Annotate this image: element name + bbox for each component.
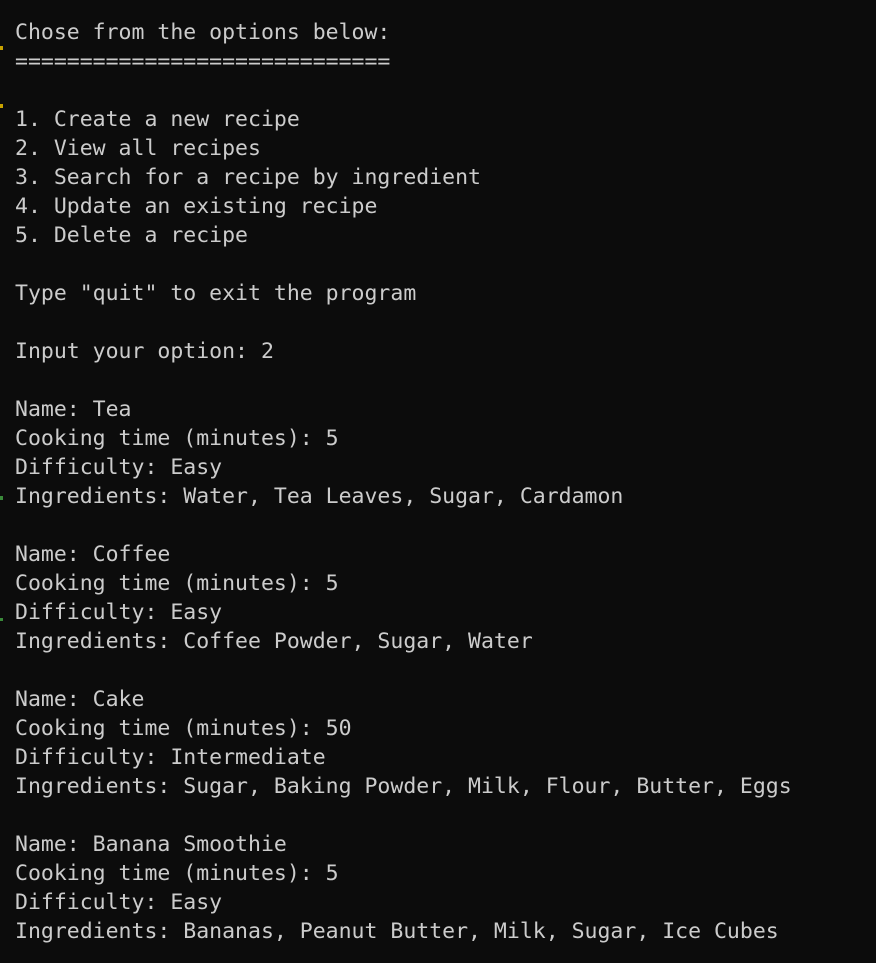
menu-option-delete: 5. Delete a recipe: [15, 223, 248, 248]
recipe-block-coffee: Name: Coffee Cooking time (minutes): 5 D…: [15, 540, 876, 656]
recipe-name: Name: Tea: [15, 397, 132, 422]
menu-heading: Chose from the options below:: [15, 20, 391, 45]
prompt-label: Input your option:: [15, 339, 261, 364]
menu-option-search: 3. Search for a recipe by ingredient: [15, 165, 481, 190]
prompt-value[interactable]: 2: [261, 337, 274, 366]
edge-mark-yellow: [0, 46, 3, 50]
recipe-block-banana-smoothie: Name: Banana Smoothie Cooking time (minu…: [15, 830, 876, 946]
terminal-window[interactable]: Chose from the options below: ==========…: [0, 0, 876, 963]
recipe-ingredients: Ingredients: Water, Tea Leaves, Sugar, C…: [15, 484, 624, 509]
recipe-cooking-time: Cooking time (minutes): 5: [15, 426, 339, 451]
recipe-name: Name: Cake: [15, 687, 145, 712]
recipe-name: Name: Banana Smoothie: [15, 832, 287, 857]
menu-option-update: 4. Update an existing recipe: [15, 194, 378, 219]
menu-option-create: 1. Create a new recipe: [15, 107, 300, 132]
recipe-difficulty: Difficulty: Easy: [15, 455, 223, 480]
edge-mark-green: [0, 496, 3, 500]
recipe-ingredients: Ingredients: Bananas, Peanut Butter, Mil…: [15, 919, 779, 944]
quit-hint: Type "quit" to exit the program: [15, 281, 417, 306]
recipe-cooking-time: Cooking time (minutes): 5: [15, 861, 339, 886]
recipe-block-tea: Name: Tea Cooking time (minutes): 5 Diff…: [15, 395, 876, 511]
menu-option-view: 2. View all recipes: [15, 136, 261, 161]
recipe-ingredients: Ingredients: Sugar, Baking Powder, Milk,…: [15, 774, 792, 799]
recipe-name: Name: Coffee: [15, 542, 171, 567]
edge-mark-yellow: [0, 104, 3, 108]
recipe-cooking-time: Cooking time (minutes): 50: [15, 716, 352, 741]
recipe-cooking-time: Cooking time (minutes): 5: [15, 571, 339, 596]
menu-divider: =============================: [15, 49, 391, 74]
recipe-difficulty: Difficulty: Easy: [15, 600, 223, 625]
edge-mark-green: [0, 618, 3, 621]
recipe-block-cake: Name: Cake Cooking time (minutes): 50 Di…: [15, 685, 876, 801]
option-prompt[interactable]: Input your option: 2: [15, 337, 876, 366]
recipe-ingredients: Ingredients: Coffee Powder, Sugar, Water: [15, 629, 533, 654]
recipe-difficulty: Difficulty: Easy: [15, 890, 223, 915]
recipe-difficulty: Difficulty: Intermediate: [15, 745, 326, 770]
